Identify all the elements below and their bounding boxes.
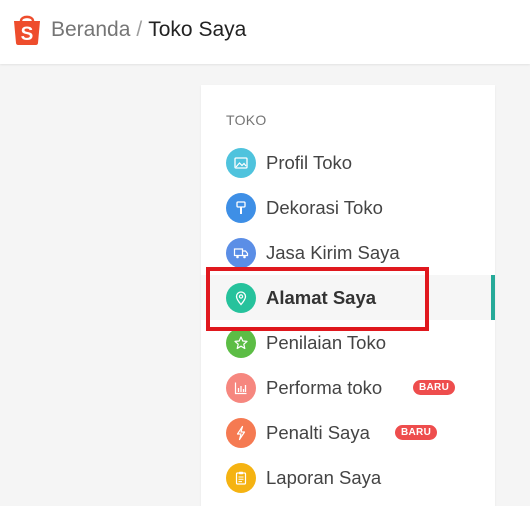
new-badge: BARU [395, 425, 438, 440]
sidebar-item-dekorasi-toko[interactable]: Dekorasi Toko [201, 185, 495, 230]
shop-sidebar-panel: TOKO Profil Toko Dekorasi Toko Jasa Kiri… [201, 85, 495, 506]
sidebar-item-penalti-saya[interactable]: Penalti Saya BARU [201, 410, 495, 455]
top-header: S Beranda / Toko Saya [0, 0, 530, 64]
star-icon [226, 327, 256, 358]
new-badge: BARU [413, 380, 456, 395]
svg-text:S: S [21, 24, 34, 45]
location-pin-icon [226, 282, 256, 313]
bar-chart-icon [226, 372, 256, 403]
sidebar-item-label: Dekorasi Toko [266, 196, 383, 218]
sidebar-item-laporan-saya[interactable]: Laporan Saya [201, 455, 495, 500]
sidebar-item-performa-toko[interactable]: Performa toko BARU [201, 365, 495, 410]
sidebar-item-label: Penilaian Toko [266, 331, 386, 353]
sidebar-item-label: Laporan Saya [266, 466, 382, 488]
breadcrumb-home-link[interactable]: Beranda [51, 18, 130, 41]
active-indicator [491, 275, 495, 320]
section-title-toko: TOKO [226, 112, 267, 128]
sidebar-item-alamat-saya[interactable]: Alamat Saya [201, 275, 495, 320]
shopee-logo-icon[interactable]: S [10, 12, 44, 46]
lightning-icon [226, 417, 256, 448]
sidebar-item-jasa-kirim-saya[interactable]: Jasa Kirim Saya [201, 230, 495, 275]
breadcrumb: Beranda / Toko Saya [51, 17, 246, 43]
sidebar-item-label: Alamat Saya [266, 286, 377, 308]
sidebar-item-label: Jasa Kirim Saya [266, 241, 400, 263]
brush-icon [226, 192, 256, 223]
truck-icon [226, 237, 256, 268]
sidebar-item-label: Performa toko [266, 376, 383, 398]
sidebar-item-profil-toko[interactable]: Profil Toko [201, 140, 495, 185]
breadcrumb-separator: / [136, 18, 143, 41]
sidebar-item-label: Penalti Saya [266, 421, 370, 443]
clipboard-icon [226, 462, 256, 493]
sidebar-item-label: Profil Toko [266, 151, 353, 173]
breadcrumb-current-page: Toko Saya [148, 18, 247, 41]
sidebar-item-penilaian-toko[interactable]: Penilaian Toko [201, 320, 495, 365]
image-icon [226, 147, 256, 178]
